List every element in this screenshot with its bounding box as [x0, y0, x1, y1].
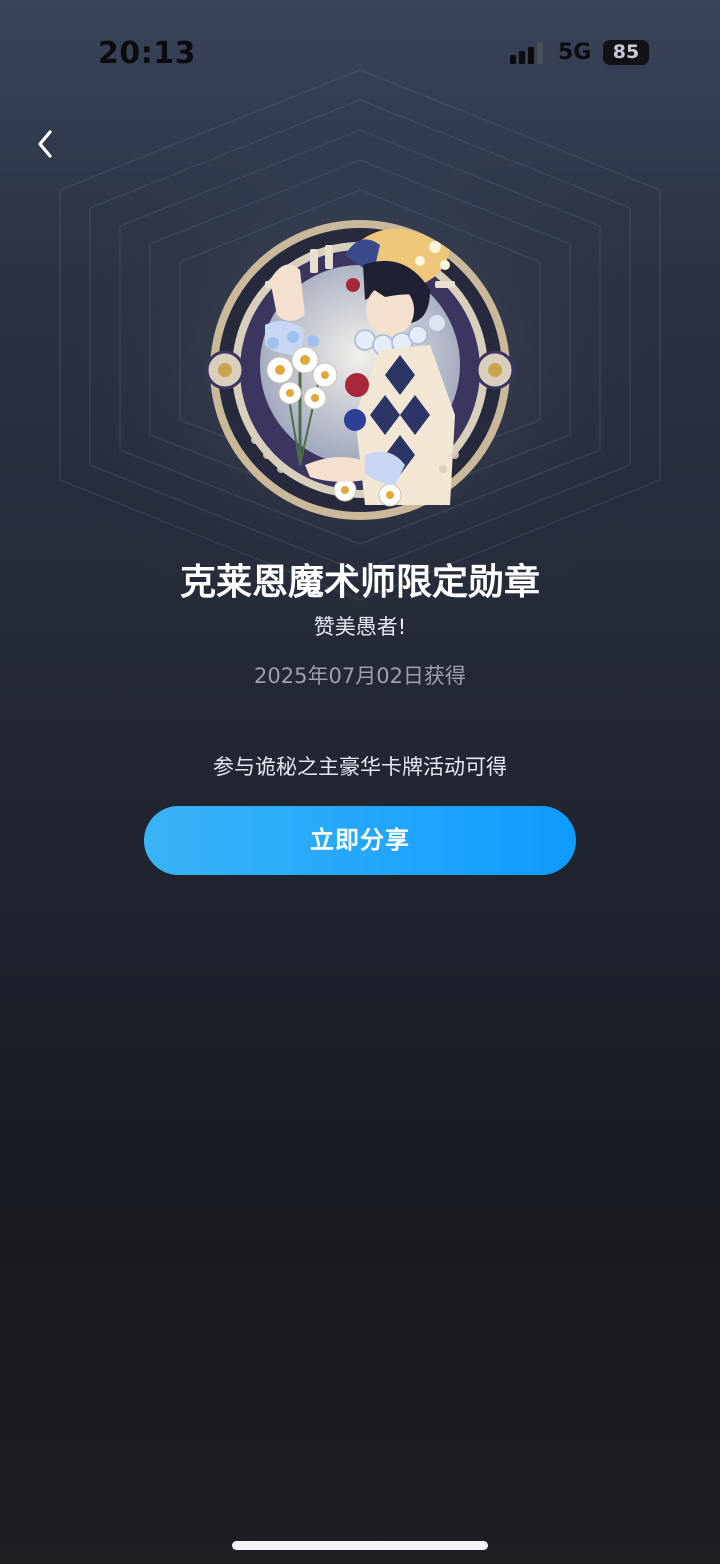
badge-subtitle: 赞美愚者! [313, 615, 407, 639]
battery-tip [651, 48, 654, 57]
share-button[interactable]: 立即分享 [144, 806, 576, 875]
obtained-date: 2025年07月02日获得 [254, 664, 466, 688]
obtain-hint: 参与诡秘之主豪华卡牌活动可得 [213, 755, 507, 779]
home-indicator[interactable] [232, 1541, 488, 1550]
klein-magician-badge-image [205, 220, 515, 520]
badge-title: 克莱恩魔术师限定勋章 [179, 562, 540, 603]
